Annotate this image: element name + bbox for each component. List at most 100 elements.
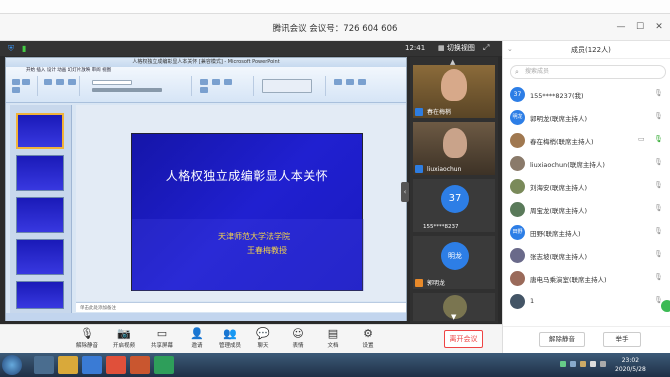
ppt-title-bar: 人格权独立成编彰显人本关怀 [兼容模式] - Microsoft PowerPo… xyxy=(6,58,406,67)
members-panel-footer: 解除静音 举手 xyxy=(503,326,670,353)
member-name: 郭明龙(联席主持人) xyxy=(530,115,588,123)
participant-face xyxy=(441,69,467,101)
switch-view-label: 切换视图 xyxy=(446,44,475,52)
member-row[interactable]: 周宝龙(联席主持人) 🎙 xyxy=(503,199,670,221)
scroll-down-icon[interactable]: ▼ xyxy=(451,313,456,321)
member-search-input[interactable]: ⌕ 搜索成员 xyxy=(510,65,666,79)
ppt-tabs: 开始 插入 设计 动画 幻灯片放映 审阅 视图 xyxy=(26,68,112,73)
video-tile[interactable]: liuxiaochun xyxy=(413,122,495,175)
avatar: 37 xyxy=(441,185,469,213)
volume-icon[interactable] xyxy=(590,361,596,367)
member-row[interactable]: 张志坡(联席主持人) 🎙 xyxy=(503,245,670,267)
raise-hand-button[interactable]: 举手 xyxy=(603,332,641,347)
chat-icon: 💬 xyxy=(256,327,270,340)
folder-icon[interactable] xyxy=(58,356,78,374)
member-row[interactable]: 1 🎙 xyxy=(503,291,670,313)
emoji-label: 表情 xyxy=(292,343,304,349)
notes-pane[interactable]: 单击此处添加备注 xyxy=(76,302,406,312)
document-button[interactable]: ▤ 文档 xyxy=(316,327,350,353)
avatar xyxy=(510,202,525,217)
slide-thumbnail-pane xyxy=(10,105,72,315)
avatar xyxy=(510,156,525,171)
taskbar-app-icon[interactable] xyxy=(34,356,54,374)
search-placeholder: 搜索成员 xyxy=(525,68,550,75)
video-list: ▲ 春在梅梢 liuxiaochun 37 155****8237 明龙 郭明龙… xyxy=(410,57,498,323)
unmute-button[interactable]: 🎙 解除静音 xyxy=(70,327,104,353)
slide-title: 人格权独立成编彰显人本关怀 xyxy=(165,169,329,183)
ribbon-group xyxy=(256,76,326,96)
tray-icon[interactable] xyxy=(570,361,576,367)
video-tile-name: 春在梅梢 xyxy=(427,109,452,116)
member-row[interactable]: liuxiaochun(联席主持人) 🎙 xyxy=(503,153,670,175)
settings-button[interactable]: ⚙ 设置 xyxy=(351,327,385,353)
participant-icon xyxy=(415,108,423,116)
share-screen-button[interactable]: ▭ 共享屏幕 xyxy=(145,327,179,353)
member-row[interactable]: 春在梅梢(联席主持人) ▭ 🎙 xyxy=(503,130,670,152)
member-row[interactable]: 唐电马乘演室(联席主持人) 🎙 xyxy=(503,268,670,290)
avatar: 田野 xyxy=(510,225,525,240)
clock-time: 23:02 xyxy=(621,357,640,364)
leave-meeting-button[interactable]: 离开会议 xyxy=(444,330,483,348)
unmute-label: 解除静音 xyxy=(75,343,98,349)
tray-icon[interactable] xyxy=(580,361,586,367)
member-row[interactable]: 37 155****8237(我) 🎙 xyxy=(503,84,670,106)
background-window-strip xyxy=(0,0,670,14)
collapse-video-arrow-icon[interactable]: ‹ xyxy=(401,182,409,202)
avatar: 37 xyxy=(510,87,525,102)
meeting-toolbar: 🎙 解除静音 📷 开启视频 ▭ 共享屏幕 👤 邀请 👥 管理成员 💬 聊天 ☺ 表情 ▤ 文档 … xyxy=(0,324,502,353)
collapse-icon[interactable]: ⌄ xyxy=(507,45,513,53)
taskbar-app-icon[interactable] xyxy=(154,356,174,374)
video-tile[interactable]: ▼ xyxy=(413,293,495,321)
taskbar-app-icon[interactable] xyxy=(106,356,126,374)
manage-members-label: 管理成员 xyxy=(218,343,241,349)
video-tile[interactable]: 春在梅梢 xyxy=(413,65,495,118)
ppt-status-bar xyxy=(6,313,406,321)
document-label: 文档 xyxy=(327,343,339,349)
browser-icon[interactable] xyxy=(82,356,102,374)
start-button-icon[interactable] xyxy=(2,355,22,375)
close-button[interactable]: ✕ xyxy=(651,20,667,34)
clock-date: 2020/5/28 xyxy=(615,366,646,373)
video-tile[interactable]: 明龙 郭明龙 xyxy=(413,236,495,289)
avatar xyxy=(510,248,525,263)
member-row[interactable]: 刘海安(联席主持人) 🎙 xyxy=(503,176,670,198)
member-name: 1 xyxy=(530,297,535,305)
tray-icon[interactable] xyxy=(560,361,566,367)
member-row[interactable]: 田野 田野(联席主持人) 🎙 xyxy=(503,222,670,244)
slide-subtitle-speaker: 王春梅教授 xyxy=(247,246,287,255)
screen-share-icon: ▭ xyxy=(156,327,168,340)
member-name: 春在梅梢(联席主持人) xyxy=(530,138,594,146)
manage-members-button[interactable]: 👥 管理成员 xyxy=(213,327,247,353)
network-icon[interactable] xyxy=(600,361,606,367)
powerpoint-window: 人格权独立成编彰显人本关怀 [兼容模式] - Microsoft PowerPo… xyxy=(5,57,407,321)
avatar xyxy=(510,271,525,286)
video-tile[interactable]: 37 155****8237 xyxy=(413,179,495,232)
settings-label: 设置 xyxy=(362,343,374,349)
participant-icon xyxy=(415,165,423,173)
floating-status-icon[interactable] xyxy=(661,300,670,312)
members-title: 成员(122人) xyxy=(571,46,611,54)
slide-thumbnail[interactable] xyxy=(16,155,64,191)
unmute-all-button[interactable]: 解除静音 xyxy=(539,332,585,347)
taskbar-clock[interactable]: 23:02 2020/5/28 xyxy=(615,356,646,374)
document-icon: ▤ xyxy=(327,327,339,340)
chat-button[interactable]: 💬 聊天 xyxy=(246,327,280,353)
minimize-button[interactable]: — xyxy=(613,20,629,34)
member-name: 唐电马乘演室(联席主持人) xyxy=(530,276,607,284)
slide-thumbnail[interactable] xyxy=(16,113,64,149)
start-video-button[interactable]: 📷 开启视频 xyxy=(107,327,141,353)
member-name: 刘海安(联席主持人) xyxy=(530,184,588,192)
slide-thumbnail[interactable] xyxy=(16,281,64,309)
powerpoint-icon[interactable] xyxy=(130,356,150,374)
invite-button[interactable]: 👤 邀请 xyxy=(180,327,214,353)
emoji-button[interactable]: ☺ 表情 xyxy=(281,327,315,353)
maximize-button[interactable]: ☐ xyxy=(632,20,648,34)
mic-off-icon: 🎙 xyxy=(654,89,663,97)
fullscreen-icon[interactable]: ⤢ xyxy=(483,43,489,53)
switch-view-button[interactable]: ▦ 切换视图 xyxy=(438,43,475,53)
slide-thumbnail[interactable] xyxy=(16,197,64,233)
mic-off-icon: 🎙 xyxy=(654,181,663,189)
slide-thumbnail[interactable] xyxy=(16,239,64,275)
avatar: 明龙 xyxy=(510,110,525,125)
member-row[interactable]: 明龙 郭明龙(联席主持人) 🎙 xyxy=(503,107,670,129)
